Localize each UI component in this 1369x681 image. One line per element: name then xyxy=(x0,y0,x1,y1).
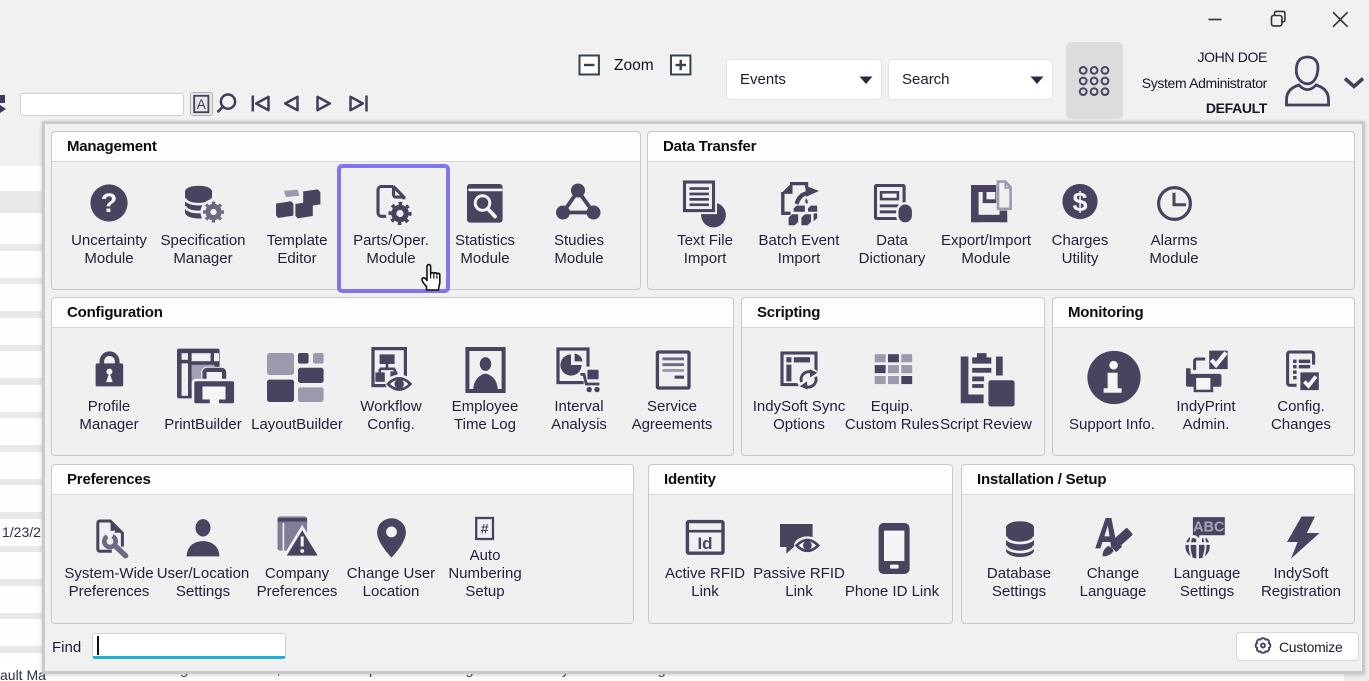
svg-text:#: # xyxy=(481,521,489,537)
svg-text:?: ? xyxy=(101,188,118,218)
svg-text:Id: Id xyxy=(697,534,712,553)
svg-text:$: $ xyxy=(1072,187,1087,217)
svg-text:ABC: ABC xyxy=(1193,520,1225,536)
